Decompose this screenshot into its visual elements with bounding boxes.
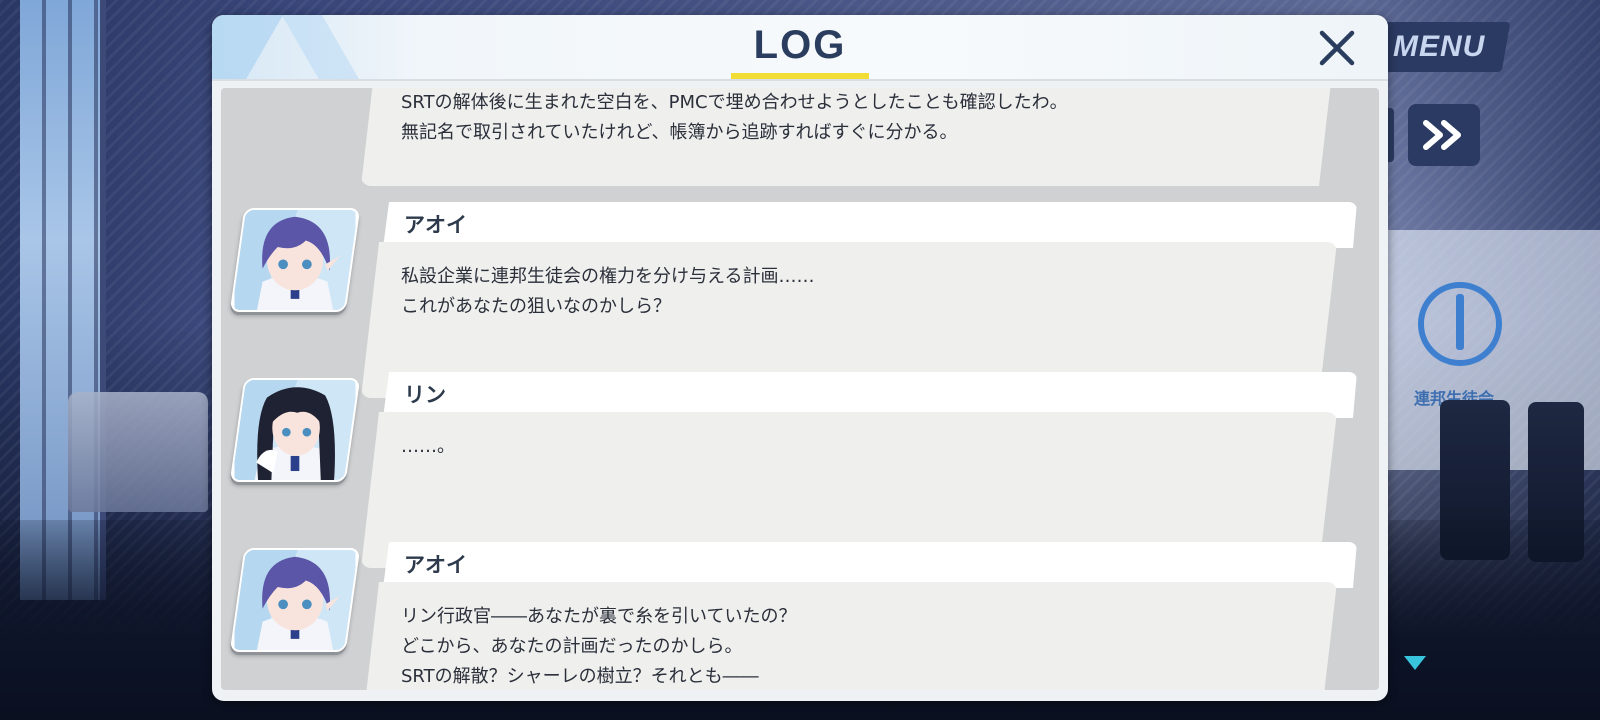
speaker-name: アオイ	[404, 553, 467, 577]
message-line: SRTの解体後に生まれた空白を、PMCで埋め合わせようとしたことも確認したわ。	[401, 92, 1068, 113]
message-text: 私設企業に連邦生徒会の権力を分け与える計画…… これがあなたの狙いなのかしら？	[401, 262, 1301, 322]
log-panel: LOG SRTの解体後に生まれた空白を、PMCで埋め合わせようとしたことも確認し…	[212, 15, 1388, 701]
title-underline	[731, 73, 869, 79]
message-line: ……。	[401, 436, 455, 457]
background-chair	[68, 392, 208, 512]
fast-forward-button[interactable]	[1408, 104, 1480, 166]
speaker-name-tab	[383, 202, 1357, 248]
log-entry: アオイ 私設企業に連邦生徒会の権力を分け与える計画…… これがあなたの狙いなのか…	[221, 208, 1379, 366]
speaker-name-tab	[383, 372, 1357, 418]
message-text: SRTの解体後に生まれた空白を、PMCで埋め合わせようとしたことも確認したわ。 …	[401, 88, 1301, 148]
speaker-name-tab	[383, 542, 1357, 588]
character-portrait-aoi	[229, 548, 361, 652]
message-text: リン行政官――あなたが裏で糸を引いていたの？ どこから、あなたの計画だったのかし…	[401, 602, 1301, 690]
log-entry: アオイ リン行政官――あなたが裏で糸を引いていたの？ どこから、あなたの計画だっ…	[221, 548, 1379, 690]
fast-forward-icon	[1423, 120, 1461, 150]
character-portrait-aoi	[229, 208, 361, 312]
log-header: LOG	[212, 15, 1388, 81]
message-text: ……。	[401, 432, 1301, 462]
close-button[interactable]	[1316, 27, 1358, 69]
close-icon	[1319, 30, 1355, 66]
menu-button[interactable]: MENU	[1367, 22, 1511, 72]
message-line: 私設企業に連邦生徒会の権力を分け与える計画……	[401, 266, 815, 287]
message-line: SRTの解散？シャーレの樹立？それとも――	[401, 666, 759, 687]
character-portrait-rin	[229, 378, 361, 482]
log-entry: リン ……。	[221, 378, 1379, 536]
log-entry-list[interactable]: SRTの解体後に生まれた空白を、PMCで埋め合わせようとしたことも確認したわ。 …	[221, 88, 1379, 690]
speaker-name: リン	[404, 383, 446, 407]
log-entry: SRTの解体後に生まれた空白を、PMCで埋め合わせようとしたことも確認したわ。 …	[221, 88, 1379, 154]
message-line: 無記名で取引されていたけれど、帳簿から追跡すればすぐに分かる。	[401, 122, 958, 143]
down-triangle-icon	[1404, 656, 1426, 670]
log-title: LOG	[753, 23, 847, 67]
message-line: これがあなたの狙いなのかしら？	[401, 296, 671, 317]
message-line: どこから、あなたの計画だったのかしら。	[401, 636, 743, 657]
speaker-name: アオイ	[404, 213, 467, 237]
message-line: リン行政官――あなたが裏で糸を引いていたの？	[401, 606, 797, 627]
menu-button-label: MENU	[1392, 30, 1486, 63]
federal-student-council-emblem	[1418, 282, 1502, 366]
